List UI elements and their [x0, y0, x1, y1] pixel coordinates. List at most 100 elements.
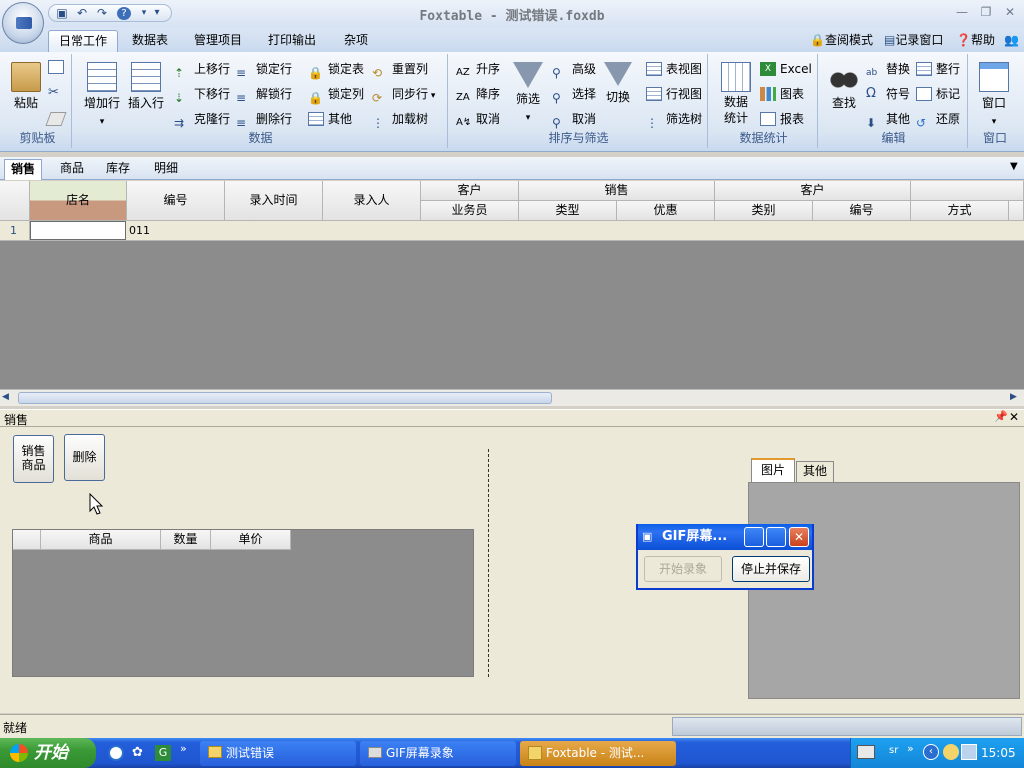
sheet-tab-sales[interactable]: 销售 — [4, 159, 43, 180]
table-view-button[interactable]: 表视图 — [646, 58, 702, 80]
stop-and-save-button[interactable]: 停止并保存 — [732, 556, 810, 582]
symbol-button[interactable]: Ω 符号 — [866, 83, 910, 105]
column-header-store[interactable]: 店名 — [30, 181, 127, 221]
help-icon[interactable]: ? — [117, 7, 131, 20]
clone-row-button[interactable]: ⇉ 克隆行 — [174, 108, 230, 130]
close-icon[interactable]: ✕ — [1009, 410, 1019, 424]
keyboard-icon[interactable] — [857, 745, 875, 759]
maximize-icon[interactable] — [766, 527, 786, 547]
delete-row-button[interactable]: ≡ 删除行 — [236, 108, 292, 130]
splitter-line[interactable] — [488, 449, 489, 677]
filter-tree-button[interactable]: ⋮ 筛选树 — [646, 108, 702, 130]
ime-indicator[interactable]: sr — [889, 745, 898, 756]
column-header-entry-time[interactable]: 录入时间 — [225, 181, 323, 221]
customize-qat-icon[interactable]: ▾ — [150, 6, 164, 19]
mark-button[interactable]: 标记 — [916, 83, 960, 105]
column-header-quantity[interactable]: 数量 — [161, 530, 211, 550]
tab-picture[interactable]: 图片 — [751, 458, 795, 482]
save-icon[interactable]: ▣ — [55, 7, 69, 20]
select-all-corner[interactable] — [0, 181, 30, 221]
move-row-down-button[interactable]: ⇣ 下移行 — [174, 83, 230, 105]
scroll-thumb[interactable] — [18, 392, 552, 404]
tab-data-table[interactable]: 数据表 — [122, 30, 178, 52]
chevron-right-icon[interactable]: » — [180, 742, 187, 755]
horizontal-scrollbar[interactable]: ◀ ▶ — [0, 389, 1024, 406]
other-button[interactable]: 其他 — [308, 108, 352, 130]
eraser-button[interactable] — [45, 108, 68, 130]
app-g-icon[interactable]: G — [155, 745, 171, 761]
sort-descending-button[interactable]: ZA 降序 — [456, 83, 500, 105]
pin-icon[interactable]: 📌 — [994, 410, 1008, 423]
user-icon[interactable]: 👥 — [1004, 31, 1019, 49]
help-link[interactable]: ❓帮助 — [956, 31, 995, 49]
sync-row-button[interactable]: ⟳ 同步行 ▾ — [372, 83, 435, 105]
column-header-category[interactable]: 类别 — [715, 201, 813, 221]
record-window-link[interactable]: ▤记录窗口 — [884, 31, 943, 49]
filter-button[interactable]: 筛选 ▾ — [508, 58, 548, 128]
grid-cell-code[interactable]: 011 — [129, 221, 225, 240]
window-button[interactable]: 窗口 ▾ — [974, 58, 1014, 128]
taskbar-item-test-error[interactable]: 测试错误 — [200, 741, 356, 766]
sheet-tab-products[interactable]: 商品 — [54, 159, 90, 180]
sort-ascending-button[interactable]: AZ 升序 — [456, 58, 500, 80]
column-header-entered-by[interactable]: 录入人 — [323, 181, 421, 221]
sheet-tab-details[interactable]: 明细 — [148, 159, 184, 180]
select-all-corner[interactable] — [13, 530, 41, 550]
table-row[interactable]: 1 011 — [0, 221, 1024, 241]
column-header-discount[interactable]: 优惠 — [617, 201, 715, 221]
tab-other[interactable]: 其他 — [796, 461, 834, 482]
row-view-button[interactable]: 行视图 — [646, 83, 702, 105]
replace-button[interactable]: ab 替换 — [866, 58, 910, 80]
cancel-filter-button[interactable]: ⚲ 取消 — [552, 108, 596, 130]
cut-button[interactable]: ✂ — [48, 82, 68, 104]
view-mode-link[interactable]: 🔒查阅模式 — [810, 31, 873, 49]
column-header-code[interactable]: 编号 — [127, 181, 225, 221]
paste-button[interactable]: 粘贴 — [6, 58, 46, 128]
qq-icon[interactable] — [943, 744, 959, 760]
switch-filter-button[interactable]: 切换 — [598, 58, 638, 128]
app-menu-button[interactable] — [2, 2, 44, 44]
group-header-customer[interactable]: 客户 — [421, 181, 519, 201]
undo-icon[interactable]: ↶ — [75, 7, 89, 20]
chart-button[interactable]: 图表 — [760, 83, 804, 105]
column-header-product[interactable]: 商品 — [41, 530, 161, 550]
back-arrow-icon[interactable]: ‹ — [923, 744, 939, 760]
load-tree-button[interactable]: ⋮ 加载树 — [372, 108, 428, 130]
advanced-filter-button[interactable]: ⚲ 高级 — [552, 58, 596, 80]
column-header-type[interactable]: 类型 — [519, 201, 617, 221]
lock-table-button[interactable]: 🔒 锁定表 — [308, 58, 364, 80]
redo-icon[interactable]: ↷ — [95, 7, 109, 20]
picture-box[interactable] — [748, 482, 1020, 699]
lock-column-button[interactable]: 🔒 锁定列 — [308, 83, 364, 105]
report-button[interactable]: 报表 — [760, 108, 804, 130]
media-icon[interactable]: ✿ — [132, 745, 148, 761]
close-icon[interactable]: ✕ — [789, 527, 809, 547]
reset-column-button[interactable]: ⟲ 重置列 — [372, 58, 428, 80]
sheet-tab-inventory[interactable]: 库存 — [100, 159, 136, 180]
grid-cell-store[interactable] — [30, 221, 126, 240]
taskbar-item-gif-recorder[interactable]: GIF屏幕录象 — [360, 741, 516, 766]
tab-print-output[interactable]: 打印输出 — [258, 30, 326, 52]
column-header-salesperson[interactable]: 业务员 — [421, 201, 519, 221]
minimize-icon[interactable]: — — [952, 4, 972, 20]
select-filter-button[interactable]: ⚲ 选择 — [552, 83, 596, 105]
insert-row-button[interactable]: 插入行 — [124, 58, 168, 128]
chevron-down-icon[interactable]: ▼ — [1010, 161, 1018, 172]
unlock-row-button[interactable]: ≡ 解锁行 — [236, 83, 292, 105]
tab-manage-project[interactable]: 管理项目 — [184, 30, 252, 52]
move-row-up-button[interactable]: ⇡ 上移行 — [174, 58, 230, 80]
whole-row-button[interactable]: 整行 — [916, 58, 960, 80]
column-header-unit-price[interactable]: 单价 — [211, 530, 291, 550]
excel-button[interactable]: X Excel — [760, 58, 812, 80]
delete-button[interactable]: 删除 — [64, 434, 105, 481]
edit-other-button[interactable]: ⬇ 其他 — [866, 108, 910, 130]
network-icon[interactable] — [961, 744, 977, 760]
chevron-down-icon[interactable]: ▾ — [137, 7, 151, 20]
lock-row-button[interactable]: ≡ 锁定行 — [236, 58, 292, 80]
restore-button[interactable]: ↺ 还原 — [916, 108, 960, 130]
column-header-customer-code[interactable]: 编号 — [813, 201, 911, 221]
tab-daily-work[interactable]: 日常工作 — [48, 30, 119, 52]
start-recording-button[interactable]: 开始录象 — [644, 556, 722, 582]
copy-button[interactable] — [48, 56, 68, 78]
add-row-button[interactable]: 增加行 ▾ — [80, 58, 124, 128]
